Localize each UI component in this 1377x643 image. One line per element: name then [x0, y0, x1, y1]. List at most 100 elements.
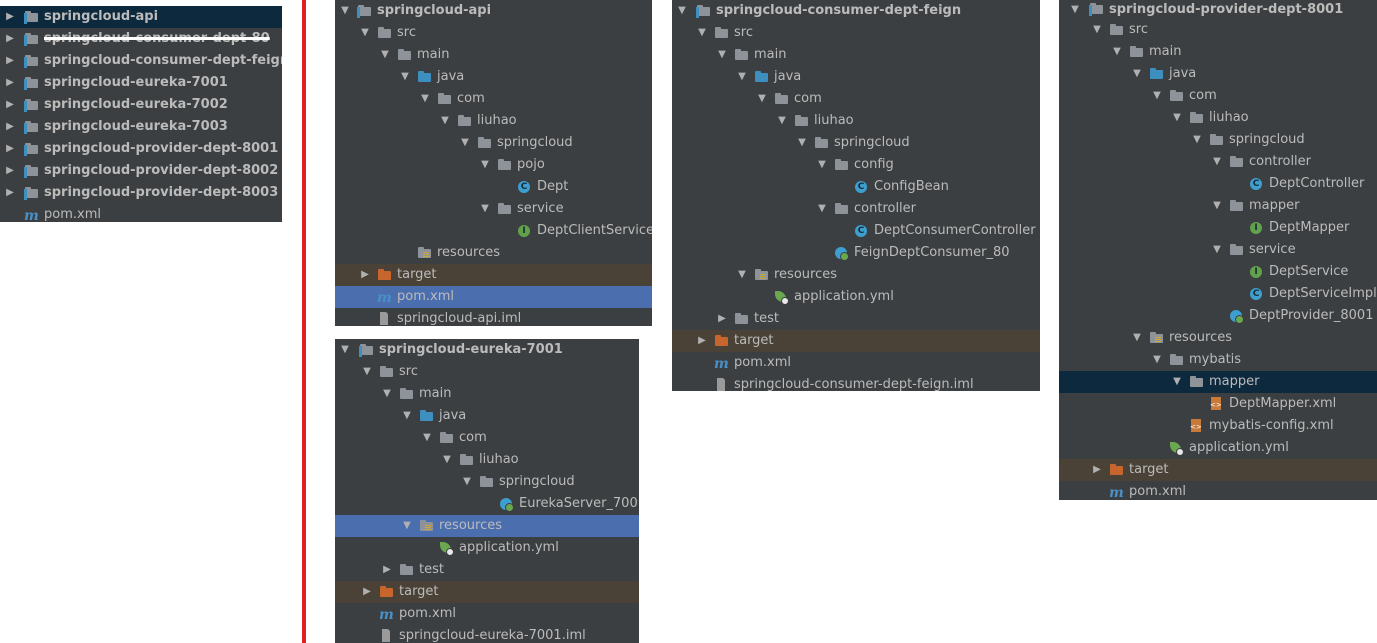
collapse-arrow-icon[interactable]: ▼ [401, 515, 413, 537]
collapse-arrow-icon[interactable]: ▼ [461, 471, 473, 493]
expand-arrow-icon[interactable]: ▶ [4, 50, 16, 72]
expand-arrow-icon[interactable]: ▶ [4, 116, 16, 138]
tree-row-pom[interactable]: m pom.xml [335, 603, 639, 625]
tree-row-java[interactable]: ▼ java [672, 66, 1040, 88]
collapse-arrow-icon[interactable]: ▼ [421, 427, 433, 449]
tree-row-controller[interactable]: ▼ controller [672, 198, 1040, 220]
tree-row-iml[interactable]: springcloud-eureka-7001.iml [335, 625, 639, 643]
tree-row-resources[interactable]: resources [335, 242, 652, 264]
collapse-arrow-icon[interactable]: ▼ [1171, 371, 1183, 393]
collapse-arrow-icon[interactable]: ▼ [1069, 0, 1081, 19]
tree-row-dept-consumer-controller[interactable]: C DeptConsumerController [672, 220, 1040, 242]
tree-row-feign-dept-consumer[interactable]: FeignDeptConsumer_80 [672, 242, 1040, 264]
tree-row-iml[interactable]: springcloud-api.iml [335, 308, 652, 326]
expand-arrow-icon[interactable]: ▶ [4, 160, 16, 182]
expand-arrow-icon[interactable]: ▶ [4, 72, 16, 94]
tree-row-consumer-dept-feign[interactable]: ▶ springcloud-consumer-dept-feign [0, 50, 282, 72]
tree-row-java[interactable]: ▼ java [335, 66, 652, 88]
collapse-arrow-icon[interactable]: ▼ [339, 339, 351, 361]
tree-row-iml[interactable]: springcloud-consumer-dept-feign.iml [672, 374, 1040, 391]
collapse-arrow-icon[interactable]: ▼ [1171, 107, 1183, 129]
tree-row-dept-controller[interactable]: C DeptController [1059, 173, 1377, 195]
tree-row-root[interactable]: ▼ springcloud-api [335, 0, 652, 22]
expand-arrow-icon[interactable]: ▶ [716, 308, 728, 330]
tree-row-dept-service-impl[interactable]: C DeptServiceImpl [1059, 283, 1377, 305]
expand-arrow-icon[interactable]: ▶ [361, 581, 373, 603]
tree-row-root[interactable]: ▼ springcloud-provider-dept-8001 [1059, 0, 1377, 19]
tree-row-liuhao[interactable]: ▼ liuhao [335, 449, 639, 471]
collapse-arrow-icon[interactable]: ▼ [401, 405, 413, 427]
collapse-arrow-icon[interactable]: ▼ [756, 88, 768, 110]
tree-row-provider-8002[interactable]: ▶ springcloud-provider-dept-8002 [0, 160, 282, 182]
tree-row-dept-mapper[interactable]: I DeptMapper [1059, 217, 1377, 239]
tree-row-eureka-7003[interactable]: ▶ springcloud-eureka-7003 [0, 116, 282, 138]
tree-row-src[interactable]: ▼ src [672, 22, 1040, 44]
collapse-arrow-icon[interactable]: ▼ [796, 132, 808, 154]
collapse-arrow-icon[interactable]: ▼ [776, 110, 788, 132]
tree-row-eureka-server[interactable]: EurekaServer_7001 [335, 493, 639, 515]
collapse-arrow-icon[interactable]: ▼ [459, 132, 471, 154]
tree-row-com[interactable]: ▼ com [672, 88, 1040, 110]
tree-row-controller[interactable]: ▼ controller [1059, 151, 1377, 173]
tree-row-test[interactable]: ▶ test [672, 308, 1040, 330]
collapse-arrow-icon[interactable]: ▼ [1211, 151, 1223, 173]
tree-row-provider-8001[interactable]: ▶ springcloud-provider-dept-8001 [0, 138, 282, 160]
tree-row-com[interactable]: ▼ com [335, 427, 639, 449]
tree-row-target[interactable]: ▶ target [1059, 459, 1377, 481]
collapse-arrow-icon[interactable]: ▼ [676, 0, 688, 22]
tree-row-src[interactable]: ▼ src [1059, 19, 1377, 41]
tree-row-target[interactable]: ▶ target [672, 330, 1040, 352]
collapse-arrow-icon[interactable]: ▼ [1211, 239, 1223, 261]
collapse-arrow-icon[interactable]: ▼ [1211, 195, 1223, 217]
expand-arrow-icon[interactable]: ▶ [381, 559, 393, 581]
tree-row-springcloud[interactable]: ▼ springcloud [672, 132, 1040, 154]
expand-arrow-icon[interactable]: ▶ [359, 264, 371, 286]
collapse-arrow-icon[interactable]: ▼ [419, 88, 431, 110]
tree-row-application-yml[interactable]: application.yml [1059, 437, 1377, 459]
tree-row-root[interactable]: ▼ springcloud-consumer-dept-feign [672, 0, 1040, 22]
tree-row-com[interactable]: ▼ com [335, 88, 652, 110]
collapse-arrow-icon[interactable]: ▼ [736, 264, 748, 286]
collapse-arrow-icon[interactable]: ▼ [816, 198, 828, 220]
tree-row-eureka-7001[interactable]: ▶ springcloud-eureka-7001 [0, 72, 282, 94]
tree-row-target[interactable]: ▶ target [335, 264, 652, 286]
tree-row-mybatis-config[interactable]: mybatis-config.xml [1059, 415, 1377, 437]
tree-row-liuhao[interactable]: ▼ liuhao [335, 110, 652, 132]
tree-row-src[interactable]: ▼ src [335, 22, 652, 44]
collapse-arrow-icon[interactable]: ▼ [736, 66, 748, 88]
collapse-arrow-icon[interactable]: ▼ [1151, 349, 1163, 371]
expand-arrow-icon[interactable]: ▶ [4, 6, 16, 28]
collapse-arrow-icon[interactable]: ▼ [1131, 63, 1143, 85]
expand-arrow-icon[interactable]: ▶ [4, 138, 16, 160]
tree-row-pojo[interactable]: ▼ pojo [335, 154, 652, 176]
collapse-arrow-icon[interactable]: ▼ [379, 44, 391, 66]
tree-row-config[interactable]: ▼ config [672, 154, 1040, 176]
tree-row-provider-8003[interactable]: ▶ springcloud-provider-dept-8003 [0, 182, 282, 204]
tree-row-com[interactable]: ▼ com [1059, 85, 1377, 107]
tree-row-springcloud-api[interactable]: ▶ springcloud-api [0, 6, 282, 28]
collapse-arrow-icon[interactable]: ▼ [1151, 85, 1163, 107]
tree-row-consumer-dept-80[interactable]: ▶ springcloud-consumer-dept-80 [0, 28, 282, 50]
tree-row-resources[interactable]: ▼ resources [1059, 327, 1377, 349]
collapse-arrow-icon[interactable]: ▼ [441, 449, 453, 471]
collapse-arrow-icon[interactable]: ▼ [716, 44, 728, 66]
expand-arrow-icon[interactable]: ▶ [696, 330, 708, 352]
collapse-arrow-icon[interactable]: ▼ [1091, 19, 1103, 41]
collapse-arrow-icon[interactable]: ▼ [399, 66, 411, 88]
expand-arrow-icon[interactable]: ▶ [4, 94, 16, 116]
collapse-arrow-icon[interactable]: ▼ [1111, 41, 1123, 63]
collapse-arrow-icon[interactable]: ▼ [1191, 129, 1203, 151]
tree-row-liuhao[interactable]: ▼ liuhao [1059, 107, 1377, 129]
tree-row-dept-provider[interactable]: DeptProvider_8001 [1059, 305, 1377, 327]
tree-row-main[interactable]: ▼ main [335, 44, 652, 66]
tree-row-pom[interactable]: m pom.xml [1059, 481, 1377, 500]
tree-row-config-bean[interactable]: C ConfigBean [672, 176, 1040, 198]
tree-row-pom[interactable]: m pom.xml [0, 204, 282, 222]
tree-row-service[interactable]: ▼ service [335, 198, 652, 220]
tree-row-dept-client-service[interactable]: I DeptClientService [335, 220, 652, 242]
tree-row-main[interactable]: ▼ main [672, 44, 1040, 66]
tree-row-main[interactable]: ▼ main [335, 383, 639, 405]
tree-row-mybatis[interactable]: ▼ mybatis [1059, 349, 1377, 371]
collapse-arrow-icon[interactable]: ▼ [816, 154, 828, 176]
collapse-arrow-icon[interactable]: ▼ [479, 198, 491, 220]
